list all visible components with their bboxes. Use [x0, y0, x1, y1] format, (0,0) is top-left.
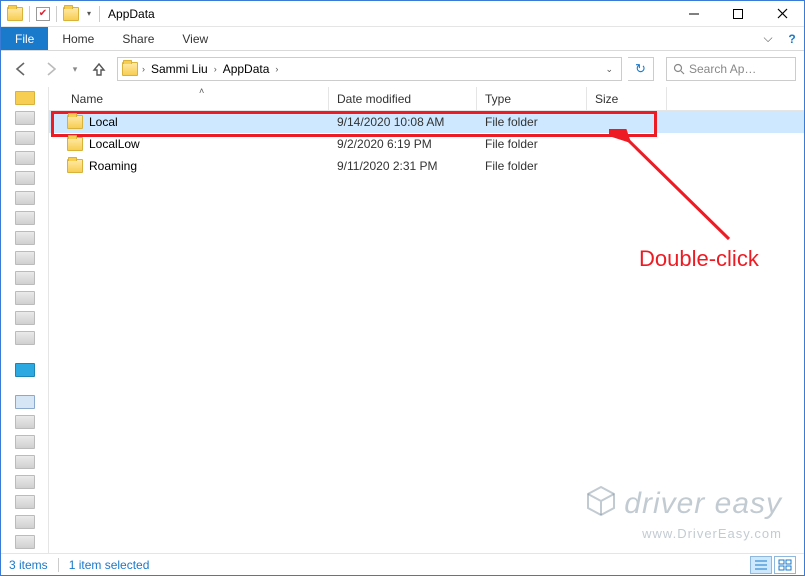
quick-access-icon[interactable] — [15, 91, 35, 105]
file-type: File folder — [477, 159, 587, 173]
forward-button[interactable] — [39, 57, 63, 81]
nav-item-icon[interactable] — [15, 211, 35, 225]
divider — [29, 6, 30, 22]
watermark-logo-icon — [584, 484, 618, 526]
view-large-icons-button[interactable] — [774, 556, 796, 574]
window-title: AppData — [108, 7, 155, 21]
file-name: Roaming — [89, 159, 137, 173]
folder-icon — [67, 137, 83, 151]
window-controls — [672, 1, 804, 27]
nav-toolbar: ▾ › Sammi Liu › AppData › ⌄ ↻ Search Ap… — [1, 51, 804, 87]
address-bar[interactable]: › Sammi Liu › AppData › ⌄ — [117, 57, 622, 81]
nav-item-icon[interactable] — [15, 435, 35, 449]
nav-item-icon[interactable] — [15, 231, 35, 245]
nav-item-icon[interactable] — [15, 111, 35, 125]
qat-customize-icon[interactable]: ▾ — [85, 9, 93, 18]
nav-item-icon[interactable] — [15, 271, 35, 285]
nav-item-icon[interactable] — [15, 415, 35, 429]
properties-icon[interactable]: ✔ — [36, 7, 50, 21]
column-header-date[interactable]: Date modified — [329, 87, 477, 110]
nav-item-icon[interactable] — [15, 171, 35, 185]
up-button[interactable] — [87, 57, 111, 81]
status-selection: 1 item selected — [69, 558, 150, 572]
maximize-button[interactable] — [716, 1, 760, 27]
file-name: Local — [89, 115, 118, 129]
help-icon[interactable]: ? — [780, 27, 804, 50]
file-date: 9/14/2020 10:08 AM — [329, 115, 477, 129]
table-row[interactable]: Roaming 9/11/2020 2:31 PM File folder — [49, 155, 804, 177]
quick-access-toolbar: ✔ ▾ — [1, 6, 100, 22]
close-button[interactable] — [760, 1, 804, 27]
view-details-button[interactable] — [750, 556, 772, 574]
navigation-pane[interactable] — [1, 87, 49, 553]
breadcrumb-part[interactable]: Sammi Liu — [149, 62, 210, 76]
address-history-icon[interactable]: ⌄ — [601, 64, 617, 75]
divider — [56, 6, 57, 22]
tab-share[interactable]: Share — [108, 27, 168, 50]
table-row[interactable]: Local 9/14/2020 10:08 AM File folder — [49, 111, 804, 133]
search-placeholder: Search Ap… — [689, 62, 789, 76]
minimize-button[interactable] — [672, 1, 716, 27]
refresh-button[interactable]: ↻ — [628, 57, 654, 81]
tab-home[interactable]: Home — [48, 27, 108, 50]
tab-file[interactable]: File — [1, 27, 48, 50]
this-pc-icon[interactable] — [15, 395, 35, 409]
file-date: 9/2/2020 6:19 PM — [329, 137, 477, 151]
divider — [99, 6, 100, 22]
search-icon — [673, 63, 685, 75]
file-type: File folder — [477, 137, 587, 151]
file-name: LocalLow — [89, 137, 140, 151]
watermark: driver easy www.DriverEasy.com — [584, 484, 782, 541]
nav-item-icon[interactable] — [15, 331, 35, 345]
nav-item-icon[interactable] — [15, 311, 35, 325]
nav-item-icon[interactable] — [15, 291, 35, 305]
nav-item-icon[interactable] — [15, 151, 35, 165]
folder-icon — [122, 62, 138, 76]
new-folder-icon[interactable] — [63, 7, 79, 21]
folder-icon — [67, 159, 83, 173]
ribbon-expand-icon[interactable]: ⌵ — [756, 27, 780, 50]
nav-item-icon[interactable] — [15, 191, 35, 205]
file-date: 9/11/2020 2:31 PM — [329, 159, 477, 173]
annotation-label: Double-click — [639, 246, 759, 272]
folder-icon — [67, 115, 83, 129]
column-header-size[interactable]: Size — [587, 87, 667, 110]
onedrive-icon[interactable] — [15, 363, 35, 377]
status-bar: 3 items 1 item selected — [1, 553, 804, 575]
breadcrumb-part[interactable]: AppData — [221, 62, 272, 76]
search-input[interactable]: Search Ap… — [666, 57, 796, 81]
divider — [58, 558, 59, 572]
chevron-right-icon[interactable]: › — [275, 64, 278, 74]
folder-icon — [7, 7, 23, 21]
nav-item-icon[interactable] — [15, 515, 35, 529]
nav-item-icon[interactable] — [15, 475, 35, 489]
nav-item-icon[interactable] — [15, 131, 35, 145]
table-row[interactable]: LocalLow 9/2/2020 6:19 PM File folder — [49, 133, 804, 155]
nav-item-icon[interactable] — [15, 495, 35, 509]
title-bar: ✔ ▾ AppData — [1, 1, 804, 27]
watermark-line1: driver easy — [624, 487, 782, 520]
column-header-name[interactable]: Name — [49, 87, 329, 110]
tab-view[interactable]: View — [168, 27, 222, 50]
file-type: File folder — [477, 115, 587, 129]
nav-item-icon[interactable] — [15, 251, 35, 265]
column-header-type[interactable]: Type — [477, 87, 587, 110]
back-button[interactable] — [9, 57, 33, 81]
nav-item-icon[interactable] — [15, 455, 35, 469]
chevron-right-icon[interactable]: › — [214, 64, 217, 74]
chevron-right-icon[interactable]: › — [142, 64, 145, 74]
column-headers: ˄ Name Date modified Type Size — [49, 87, 804, 111]
recent-locations-icon[interactable]: ▾ — [69, 57, 81, 81]
watermark-line2: www.DriverEasy.com — [584, 526, 782, 541]
status-item-count: 3 items — [9, 558, 48, 572]
ribbon: File Home Share View ⌵ ? — [1, 27, 804, 51]
nav-item-icon[interactable] — [15, 535, 35, 549]
sort-ascending-icon: ˄ — [199, 86, 204, 96]
